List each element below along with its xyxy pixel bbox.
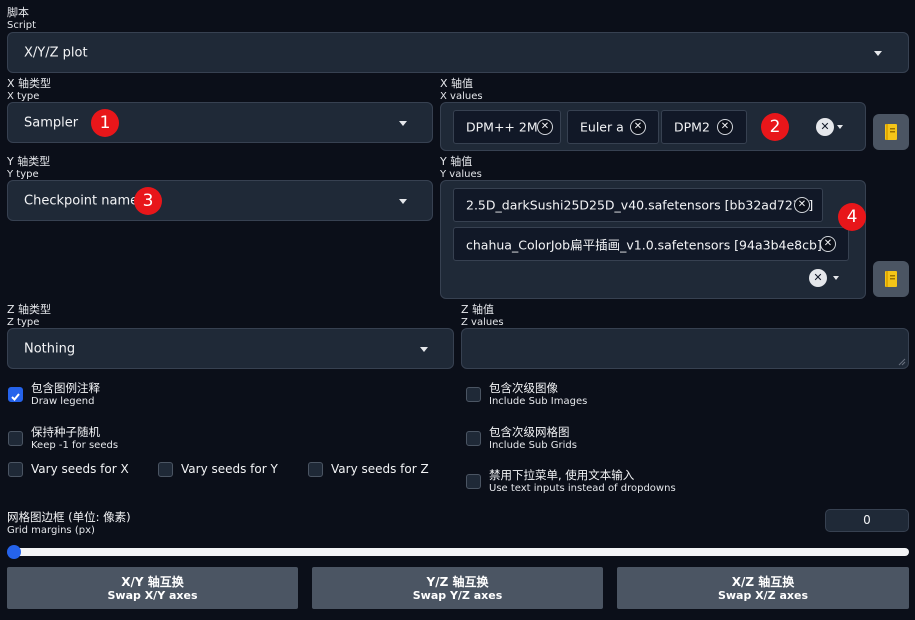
x-type-value: Sampler xyxy=(24,115,79,130)
vary-seeds-z-label: Vary seeds for Z xyxy=(331,462,429,476)
fill-values-button[interactable] xyxy=(873,261,909,297)
z-type-dropdown[interactable]: Nothing xyxy=(7,328,454,369)
x-value-chip: DPM2 ✕ xyxy=(661,110,747,144)
script-value: X/Y/Z plot xyxy=(24,45,88,60)
vary-seeds-z-checkbox[interactable] xyxy=(308,462,323,477)
resize-handle-icon[interactable] xyxy=(898,358,906,366)
x-value-chip-label: Euler a xyxy=(580,119,624,135)
vary-seeds-y-label: Vary seeds for Y xyxy=(181,462,278,476)
swap-yz-label-cn: Y/Z 轴互换 xyxy=(426,575,489,589)
swap-yz-label-en: Swap Y/Z axes xyxy=(412,589,503,602)
grid-margins-value: 0 xyxy=(863,513,871,527)
text-inputs-label-cn: 禁用下拉菜单, 使用文本输入 xyxy=(489,468,635,482)
keep-seeds-checkbox[interactable] xyxy=(8,431,23,446)
grid-margins-number-input[interactable]: 0 xyxy=(825,509,909,532)
x-values-multiselect[interactable]: DPM++ 2M ✕ Euler a ✕ DPM2 ✕ ✕ xyxy=(440,102,866,151)
annotation-badge-2: 2 xyxy=(761,113,789,141)
swap-xy-label-en: Swap X/Y axes xyxy=(107,589,198,602)
x-value-chip-label: DPM2 xyxy=(674,119,710,135)
include-sub-images-label-cn: 包含次级图像 xyxy=(489,381,558,395)
close-icon[interactable]: ✕ xyxy=(537,119,553,135)
close-icon[interactable]: ✕ xyxy=(809,269,827,287)
x-value-chip: Euler a ✕ xyxy=(567,110,659,144)
x-value-chip: DPM++ 2M ✕ xyxy=(453,110,561,144)
swap-xy-button[interactable]: X/Y 轴互换 Swap X/Y axes xyxy=(7,567,298,609)
x-type-label-cn: X 轴类型 xyxy=(7,77,52,90)
y-value-chip-label: 2.5D_darkSushi25D25D_v40.safetensors [bb… xyxy=(466,197,814,213)
y-values-label-cn: Y 轴值 xyxy=(440,155,473,168)
chevron-down-icon xyxy=(420,347,428,352)
x-values-label-cn: X 轴值 xyxy=(440,77,474,90)
y-values-multiselect[interactable]: 2.5D_darkSushi25D25D_v40.safetensors [bb… xyxy=(440,180,866,299)
swap-xy-label-cn: X/Y 轴互换 xyxy=(121,575,184,589)
keep-seeds-label-cn: 保持种子随机 xyxy=(31,425,100,439)
script-label-cn: 脚本 xyxy=(7,6,29,19)
y-value-chip: chahua_ColorJob扁平插画_v1.0.safetensors [94… xyxy=(453,227,849,261)
include-sub-grids-label-cn: 包含次级网格图 xyxy=(489,425,570,439)
annotation-badge-3: 3 xyxy=(134,187,162,215)
z-values-input[interactable] xyxy=(461,328,909,369)
grid-margins-label-en: Grid margins (px) xyxy=(7,525,95,536)
grid-margins-slider-track[interactable] xyxy=(14,548,909,556)
draw-legend-checkbox[interactable] xyxy=(8,387,23,402)
annotation-badge-1: 1 xyxy=(91,109,119,137)
close-icon[interactable]: ✕ xyxy=(794,197,810,213)
draw-legend-label-cn: 包含图例注释 xyxy=(31,381,100,395)
script-dropdown[interactable]: X/Y/Z plot xyxy=(7,32,909,73)
y-type-label-cn: Y 轴类型 xyxy=(7,155,51,168)
keep-seeds-label-en: Keep -1 for seeds xyxy=(31,440,119,451)
y-type-label-en: Y type xyxy=(7,169,39,180)
chevron-down-icon xyxy=(874,51,882,56)
x-values-label-en: X values xyxy=(440,91,483,102)
y-values-label-en: Y values xyxy=(440,169,482,180)
script-label-en: Script xyxy=(7,20,37,31)
chevron-down-icon xyxy=(399,199,407,204)
chevron-down-icon[interactable] xyxy=(833,276,839,280)
z-type-value: Nothing xyxy=(24,341,76,356)
z-type-label-cn: Z 轴类型 xyxy=(7,303,52,316)
z-values-label-en: Z values xyxy=(461,317,504,328)
chevron-down-icon xyxy=(399,121,407,126)
annotation-badge-4: 4 xyxy=(838,203,866,231)
y-type-value: Checkpoint name xyxy=(24,193,139,208)
close-icon[interactable]: ✕ xyxy=(717,119,733,135)
y-value-chip: 2.5D_darkSushi25D25D_v40.safetensors [bb… xyxy=(453,188,823,222)
z-type-label-en: Z type xyxy=(7,317,40,328)
fill-values-button[interactable] xyxy=(873,114,909,150)
notebook-icon xyxy=(885,271,897,287)
swap-yz-button[interactable]: Y/Z 轴互换 Swap Y/Z axes xyxy=(312,567,603,609)
swap-xz-button[interactable]: X/Z 轴互换 Swap X/Z axes xyxy=(617,567,909,609)
close-icon[interactable]: ✕ xyxy=(630,119,646,135)
swap-xz-label-en: Swap X/Z axes xyxy=(717,589,809,602)
vary-seeds-y-checkbox[interactable] xyxy=(158,462,173,477)
draw-legend-label-en: Draw legend xyxy=(31,396,95,407)
z-values-label-cn: Z 轴值 xyxy=(461,303,495,316)
include-sub-images-label-en: Include Sub Images xyxy=(489,396,588,407)
x-value-chip-label: DPM++ 2M xyxy=(466,119,538,135)
text-inputs-checkbox[interactable] xyxy=(466,474,481,489)
x-type-label-en: X type xyxy=(7,91,40,102)
include-sub-images-checkbox[interactable] xyxy=(466,387,481,402)
grid-margins-label-cn: 网格图边框 (单位: 像素) xyxy=(7,510,131,524)
swap-xz-label-cn: X/Z 轴互换 xyxy=(731,575,795,589)
x-type-dropdown[interactable]: Sampler xyxy=(7,102,433,143)
vary-seeds-x-checkbox[interactable] xyxy=(8,462,23,477)
y-value-chip-label: chahua_ColorJob扁平插画_v1.0.safetensors [94… xyxy=(466,237,822,253)
close-icon[interactable]: ✕ xyxy=(820,236,836,252)
chevron-down-icon[interactable] xyxy=(837,125,843,129)
include-sub-grids-checkbox[interactable] xyxy=(466,431,481,446)
include-sub-grids-label-en: Include Sub Grids xyxy=(489,440,577,451)
vary-seeds-x-label: Vary seeds for X xyxy=(31,462,129,476)
text-inputs-label-en: Use text inputs instead of dropdowns xyxy=(489,483,676,494)
check-icon xyxy=(11,393,20,401)
grid-margins-slider-thumb[interactable] xyxy=(7,545,21,559)
close-icon[interactable]: ✕ xyxy=(816,118,834,136)
y-type-dropdown[interactable]: Checkpoint name xyxy=(7,180,433,221)
notebook-icon xyxy=(885,124,897,140)
